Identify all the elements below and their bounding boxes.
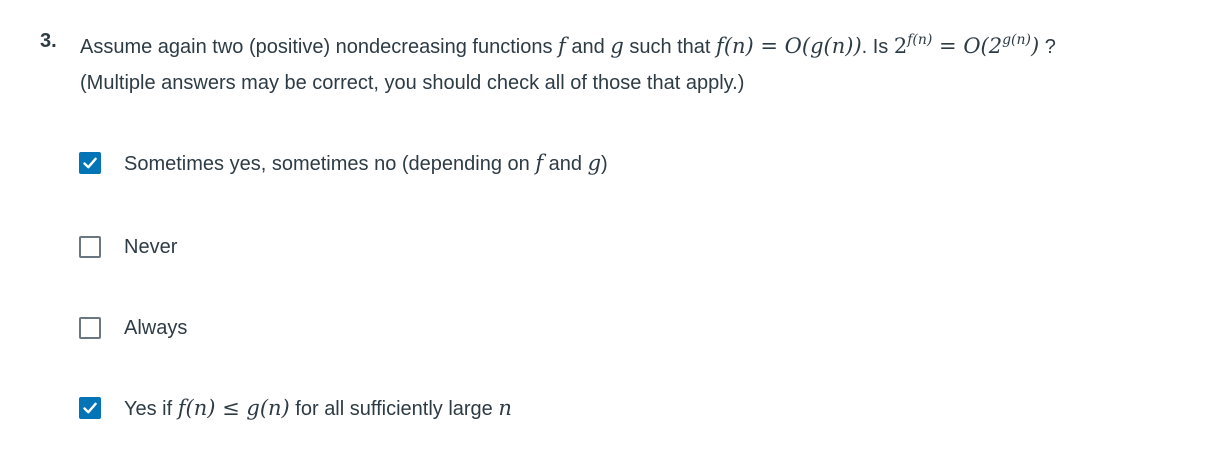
option-label: Always xyxy=(124,316,188,339)
question-number: 3. xyxy=(40,30,57,52)
option-yes-if[interactable]: Yes if f(n) ≤ g(n) for all sufficiently … xyxy=(79,394,512,422)
question-line-2: (Multiple answers may be correct, you sh… xyxy=(80,72,745,94)
checkbox-unchecked[interactable] xyxy=(79,236,101,258)
checkmark-icon xyxy=(83,402,97,414)
option-always[interactable]: Always xyxy=(79,314,187,342)
checkbox-checked[interactable] xyxy=(79,397,101,419)
checkbox-unchecked[interactable] xyxy=(79,317,101,339)
option-label: Never xyxy=(124,235,178,258)
question-text: Assume again two (positive) nondecreasin… xyxy=(80,28,1056,101)
math-f: f xyxy=(558,34,566,58)
checkmark-icon xyxy=(83,157,97,169)
math-expression: 2f(n) = O(2g(n)) xyxy=(893,32,1040,58)
option-label: Sometimes yes, sometimes no (depending o… xyxy=(124,150,608,175)
checkbox-checked[interactable] xyxy=(79,152,101,174)
math-g: g xyxy=(610,34,624,58)
question-line-1: Assume again two (positive) nondecreasin… xyxy=(80,32,1056,58)
option-label: Yes if f(n) ≤ g(n) for all sufficiently … xyxy=(124,395,512,420)
math-relation: f(n) = O(g(n)) xyxy=(716,34,862,58)
option-never[interactable]: Never xyxy=(79,233,177,261)
option-sometimes[interactable]: Sometimes yes, sometimes no (depending o… xyxy=(79,149,608,177)
